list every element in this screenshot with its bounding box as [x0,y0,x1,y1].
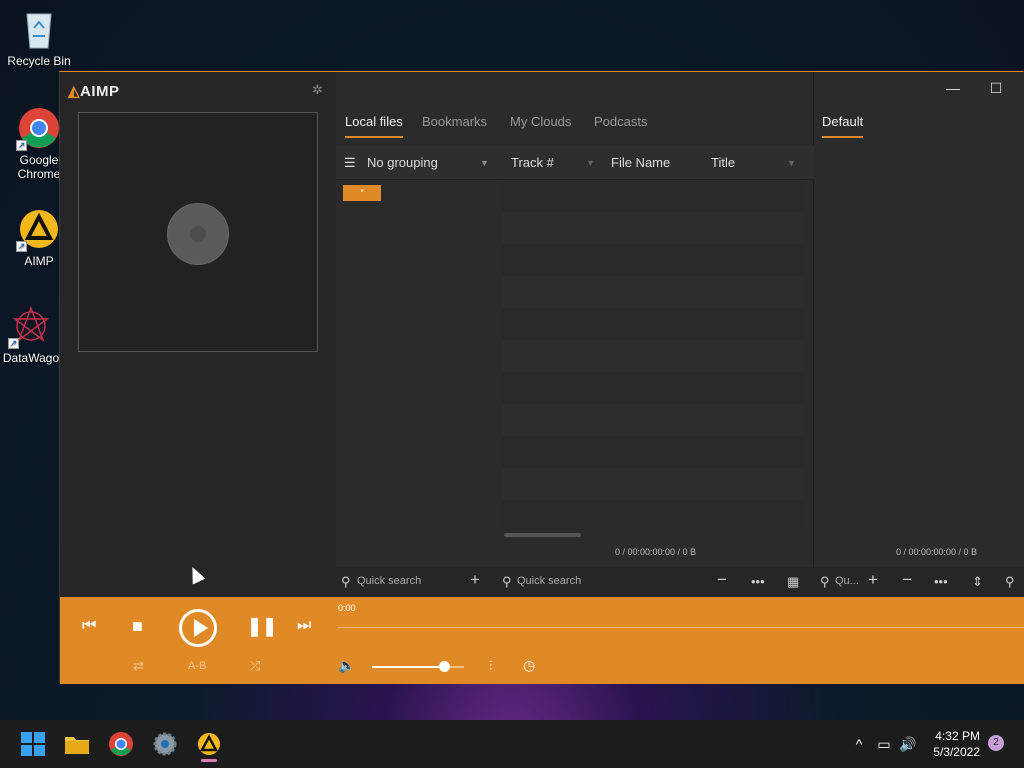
maximize-button[interactable]: ☐ [981,78,1011,98]
column-file-name[interactable]: File Name [611,146,670,180]
file-explorer-icon[interactable] [64,731,90,757]
column-track-number[interactable]: Track # [511,146,554,180]
tab-my-clouds[interactable]: My Clouds [510,114,571,138]
desktop-icon-label: Recycle Bin [7,54,71,68]
search-icon: ⚲ [502,574,512,589]
add-icon[interactable]: + [470,570,480,590]
aimp-icon: ↗ [16,208,60,252]
sort-icon[interactable]: ⇕ [972,574,983,590]
filter-icon[interactable]: ▼ [586,146,595,180]
seek-bar[interactable] [338,627,1024,628]
chrome-taskbar-icon[interactable] [108,731,134,757]
playlist-panel [814,146,1024,531]
timer-icon[interactable]: ◷ [523,657,535,674]
quick-search-input-playlist[interactable]: Qu... [835,575,859,587]
windows-start-icon[interactable] [20,731,46,757]
speaker-icon[interactable]: 🔊 [895,731,921,757]
add-icon[interactable]: + [868,570,878,590]
chrome-icon: ↗ [16,107,60,151]
shortcut-arrow-icon: ↗ [8,338,19,349]
playlist-status: 0 / 00:00:00:00 / 0 B [896,547,978,557]
settings-taskbar-icon[interactable] [152,731,178,757]
source-tabs: Local files Bookmarks My Clouds Podcasts [336,114,814,138]
volume-fill [372,666,444,668]
gear-icon[interactable]: ✲ [312,82,323,98]
app-logo: ◭AIMP [68,83,120,100]
volume-icon[interactable]: 🔈 [338,657,355,674]
next-icon[interactable]: ⏭ [297,617,311,635]
column-header-row: ☰ No grouping ▼ Track # ▼ File Name Titl… [336,146,814,180]
network-icon[interactable]: ▭ [871,731,897,757]
tray-clock[interactable]: 4:32 PM 5/3/2022 [920,728,980,760]
chevron-down-icon[interactable]: ▼ [480,146,489,180]
quick-search-input-groups[interactable]: Quick search [357,575,421,587]
datawago-icon: ↗ [8,305,52,349]
chevron-up-icon[interactable]: ^ [846,731,872,757]
grouping-selector[interactable]: No grouping [367,146,438,180]
right-pane: — ☐ Local files Bookmarks My Clouds Podc… [336,72,1024,597]
search-icon: ⚲ [820,574,830,589]
aimp-window: ◭AIMP ✲ — ☐ Local files Bookmarks My Clo… [59,71,1024,684]
remove-icon[interactable]: − [717,570,727,590]
volume-handle[interactable] [438,661,450,672]
equalizer-icon[interactable]: ⫶ [489,658,492,674]
search-toolbar: ⚲ Quick search + ⚲ Quick search − ••• ▦ … [336,567,1024,597]
desktop-icon-recycle-bin[interactable]: Recycle Bin [0,8,78,68]
search-icon[interactable]: ⚲ [1005,574,1015,590]
shuffle-icon[interactable]: ⤮ [250,658,260,674]
tray-time-text: 4:32 PM [935,729,980,743]
group-item-all[interactable]: * [343,185,381,201]
play-button[interactable] [179,609,217,647]
recycle-bin-icon [18,8,60,50]
title-bar: — ☐ [336,72,1024,104]
shortcut-arrow-icon: ↗ [16,140,27,151]
previous-icon[interactable]: ⏮ [82,617,96,635]
column-title[interactable]: Title [711,146,735,180]
tab-podcasts[interactable]: Podcasts [594,114,647,138]
tray-date-text: 5/3/2022 [933,745,980,759]
remove-icon[interactable]: − [902,570,912,590]
menu-icon[interactable]: ☰ [344,146,356,180]
volume-slider[interactable] [372,661,464,672]
pause-icon[interactable]: ❚❚ [247,616,277,637]
minimize-button[interactable]: — [938,78,968,98]
file-list-status: 0 / 00:00:00:00 / 0 B [615,547,697,557]
tab-bookmarks[interactable]: Bookmarks [422,114,487,138]
grid-icon[interactable]: ▦ [787,574,799,590]
left-pane: ◭AIMP ✲ [60,72,336,597]
filter-icon[interactable]: ▼ [787,146,796,180]
search-icon: ⚲ [341,574,351,589]
aimp-taskbar-icon[interactable] [196,731,222,762]
disc-icon [167,203,229,265]
quick-search-input-files[interactable]: Quick search [517,575,581,587]
tab-playlist-default[interactable]: Default [822,114,864,138]
shortcut-arrow-icon: ↗ [16,241,27,252]
tab-local-files[interactable]: Local files [345,114,403,138]
repeat-icon[interactable]: ⇄ [133,658,144,674]
playback-controls: ⏮ ■ ❚❚ ⏭ ⇄ A-B ⤮ 0:00 🔈 ⫶ ◷ [60,597,1024,684]
taskbar: ^ ▭ 🔊 4:32 PM 5/3/2022 2 [0,720,1024,768]
elapsed-time: 0:00 [338,603,356,613]
ab-repeat-button[interactable]: A-B [188,660,206,672]
horizontal-scrollbar[interactable] [504,533,581,537]
stop-icon[interactable]: ■ [132,616,143,637]
file-list [502,180,804,532]
notification-badge[interactable]: 2 [988,735,1004,751]
more-icon[interactable]: ••• [934,574,948,589]
group-list: * [336,180,496,532]
album-cover [78,112,318,352]
more-icon[interactable]: ••• [751,574,765,589]
